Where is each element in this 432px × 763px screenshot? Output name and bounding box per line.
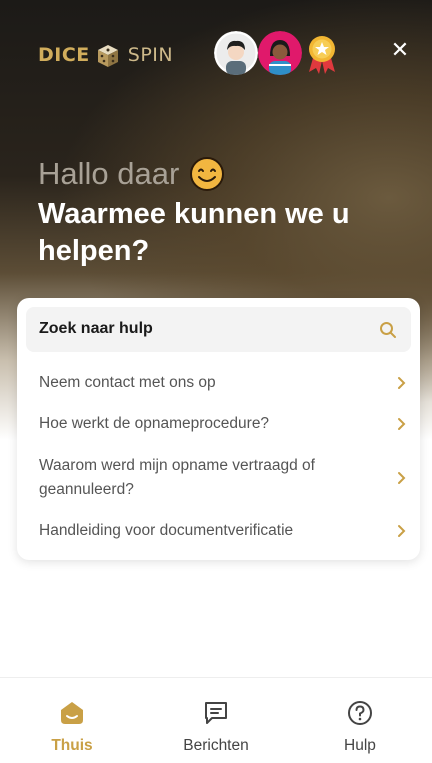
brand-logo: DICE SPIN	[38, 40, 173, 70]
help-item-label: Neem contact met ons op	[39, 374, 216, 391]
search-help-button[interactable]: Zoek naar hulp	[26, 307, 411, 352]
dice-icon	[97, 45, 118, 67]
home-icon	[61, 702, 83, 724]
greeting-text: Hallo daar	[38, 156, 180, 191]
nav-messages-label: Berichten	[183, 737, 249, 754]
help-icon	[348, 701, 372, 725]
brand-name-part2: SPIN	[127, 44, 174, 66]
help-item-document-verification[interactable]: Handleiding voor documentverificatie	[39, 519, 411, 543]
nav-home-label: Thuis	[51, 737, 93, 754]
avatar-agent-1	[214, 31, 258, 75]
award-medal-icon	[309, 36, 335, 74]
nav-help[interactable]: Hulp	[288, 678, 432, 763]
nav-home[interactable]: Thuis	[0, 678, 144, 763]
search-icon	[380, 322, 396, 338]
chevron-right-icon	[398, 418, 406, 430]
help-card: Zoek naar hulp Neem contact met ons op H…	[17, 298, 420, 560]
help-item-label: Handleiding voor documentverificatie	[39, 522, 294, 539]
brand-name-part1: DICE	[38, 44, 90, 66]
nav-help-label: Hulp	[344, 737, 376, 754]
avatar-agent-2	[258, 31, 302, 75]
smiling-face-icon	[190, 157, 225, 191]
chevron-right-icon	[398, 377, 406, 389]
help-item-withdrawal-delayed[interactable]: Waarom werd mijn opname vertraagd of gea…	[39, 454, 411, 502]
chevron-right-icon	[398, 472, 406, 484]
page-headline: Waarmee kunnen we u helpen?	[38, 198, 350, 267]
greeting: Hallo daar	[38, 156, 225, 192]
support-avatars	[214, 31, 302, 75]
nav-messages[interactable]: Berichten	[144, 678, 288, 763]
help-item-contact[interactable]: Neem contact met ons op	[39, 371, 411, 395]
help-item-label: Waarom werd mijn opname vertraagd of gea…	[39, 457, 315, 498]
bottom-navigation: Thuis Berichten Hulp	[0, 677, 432, 763]
messages-icon	[205, 702, 227, 724]
chevron-right-icon	[398, 525, 406, 537]
close-icon[interactable]: ✕	[388, 38, 412, 62]
search-label: Zoek naar hulp	[39, 320, 153, 337]
help-item-withdrawal-procedure[interactable]: Hoe werkt de opnameprocedure?	[39, 412, 411, 436]
help-item-label: Hoe werkt de opnameprocedure?	[39, 415, 270, 432]
